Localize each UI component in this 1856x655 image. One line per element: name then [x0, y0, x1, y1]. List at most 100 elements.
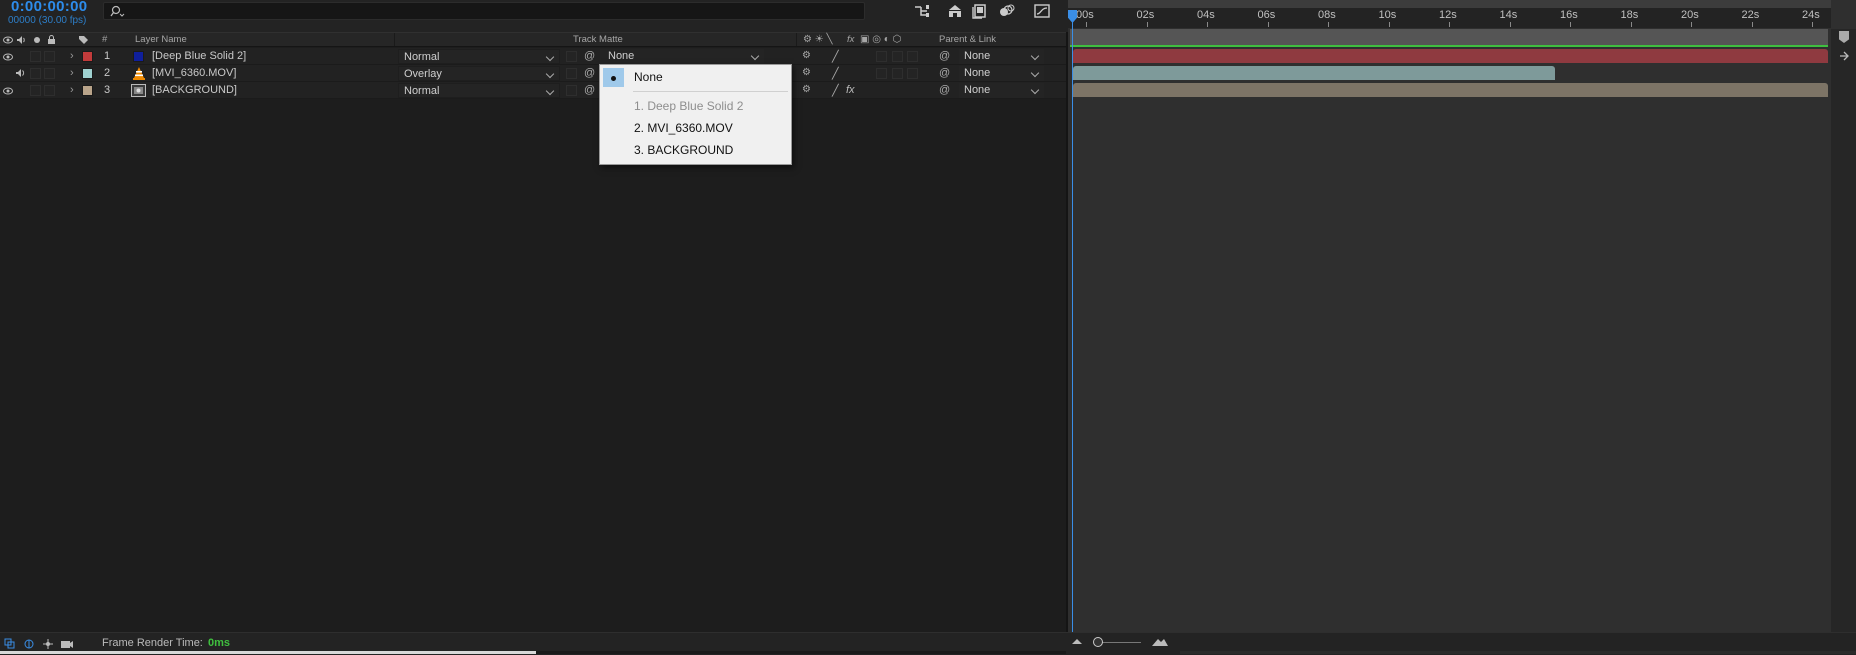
expand-chevron-icon[interactable]: ›: [70, 50, 74, 62]
ruler-tick-label: 22s: [1741, 9, 1760, 21]
layer-row[interactable]: › 2 [MVI_6360.MOV] Overlay @ ⚙ ╱ @ None: [0, 65, 1068, 82]
lock-switch[interactable]: [44, 85, 55, 96]
column-divider: [796, 33, 797, 46]
parent-pickwhip-icon[interactable]: @: [939, 50, 950, 62]
zoom-slider-thumb[interactable]: [1093, 637, 1103, 647]
comp-flowchart-icon[interactable]: [913, 3, 931, 19]
parent-select[interactable]: None: [959, 66, 1044, 81]
playhead-line[interactable]: [1072, 10, 1073, 632]
motion-blur-switch[interactable]: [876, 51, 887, 62]
quality-switch-icon[interactable]: ╱: [832, 50, 839, 63]
zoom-in-icon[interactable]: [1151, 636, 1169, 648]
matte-pickwhip-icon[interactable]: @: [584, 67, 595, 79]
fx-switch[interactable]: fx: [846, 84, 855, 96]
matte-pickwhip-icon[interactable]: @: [584, 84, 595, 96]
parent-select[interactable]: None: [959, 49, 1044, 64]
shy-switch-icon[interactable]: ⚙: [802, 50, 811, 61]
blend-mode-select[interactable]: Normal: [398, 83, 560, 98]
video-eye-header-icon[interactable]: [3, 36, 13, 44]
layer-duration-bar[interactable]: [1073, 66, 1555, 80]
solo-switch[interactable]: [30, 68, 41, 79]
layer-column-header: # Layer Name Track Matte ⚙ ☀ ╲ fx ▣ ◎ ◐ …: [0, 32, 1068, 47]
3d-switch[interactable]: [907, 51, 918, 62]
frame-blending-icon[interactable]: [971, 3, 989, 19]
preserve-transparency-switch[interactable]: [566, 85, 577, 96]
blend-mode-select[interactable]: Normal: [398, 49, 560, 64]
audio-speaker-icon[interactable]: [15, 68, 27, 78]
layer-name[interactable]: [MVI_6360.MOV]: [152, 67, 236, 79]
dropdown-item-background[interactable]: 3. BACKGROUND: [600, 140, 791, 161]
render-time-toggle-icon[interactable]: [60, 638, 74, 650]
zoom-slider-track[interactable]: [1097, 642, 1141, 643]
track-matte-select[interactable]: None: [600, 49, 764, 64]
layer-marker-icon[interactable]: [1838, 50, 1852, 62]
adjustment-switch[interactable]: [892, 51, 903, 62]
video-visibility-icon[interactable]: [3, 87, 13, 95]
quality-switch-icon[interactable]: ╱: [832, 84, 839, 97]
layer-duration-bar[interactable]: [1073, 83, 1828, 97]
motion-blur-icon[interactable]: [998, 3, 1016, 19]
blend-mode-select[interactable]: Overlay: [398, 66, 560, 81]
selected-bullet-icon: [611, 76, 616, 81]
expand-chevron-icon[interactable]: ›: [70, 84, 74, 96]
adjustment-switch[interactable]: [892, 68, 903, 79]
lock-switch[interactable]: [44, 51, 55, 62]
layer-switches-toggle-icon[interactable]: [4, 638, 16, 650]
dropdown-item-none[interactable]: None: [600, 67, 791, 88]
in-out-toggle-icon[interactable]: [42, 638, 54, 650]
dropdown-item-mvi[interactable]: 2. MVI_6360.MOV: [600, 118, 791, 139]
layer-name[interactable]: [Deep Blue Solid 2]: [152, 50, 246, 62]
zoom-out-icon[interactable]: [1071, 637, 1083, 647]
shy-switch-icon[interactable]: ⚙: [802, 67, 811, 78]
3d-switch[interactable]: [907, 68, 918, 79]
label-color-swatch[interactable]: [82, 85, 93, 96]
ruler-tick-label: 00s: [1076, 9, 1094, 21]
current-timecode[interactable]: 0:00:00:00: [11, 0, 87, 15]
composition-icon: [131, 84, 146, 97]
lock-header-icon[interactable]: [47, 35, 56, 45]
frame-render-time-value: 0ms: [208, 637, 231, 649]
ruler-tick-mark: [1449, 22, 1450, 27]
chevron-down-icon: [750, 51, 760, 61]
parent-pickwhip-icon[interactable]: @: [939, 84, 950, 96]
layer-name-column-header[interactable]: Layer Name: [135, 34, 187, 45]
matte-pickwhip-icon[interactable]: @: [584, 50, 595, 62]
shy-layers-icon[interactable]: [946, 3, 964, 19]
horizontal-scrollbar-track[interactable]: [536, 651, 1066, 654]
parent-pickwhip-icon[interactable]: @: [939, 67, 950, 79]
timeline-scrollbar[interactable]: [1180, 651, 1856, 654]
layer-row[interactable]: › 1 [Deep Blue Solid 2] Normal @ None ⚙ …: [0, 48, 1068, 65]
solo-switch[interactable]: [30, 51, 41, 62]
graph-editor-icon[interactable]: [1033, 3, 1051, 19]
work-area-span[interactable]: [1070, 29, 1828, 45]
modes-toggle-icon[interactable]: [23, 638, 35, 650]
horizontal-scrollbar-thumb[interactable]: [0, 651, 536, 654]
solo-header-icon[interactable]: [34, 37, 40, 43]
parent-select[interactable]: None: [959, 83, 1044, 98]
expand-chevron-icon[interactable]: ›: [70, 67, 74, 79]
ruler-tick-label: 04s: [1197, 9, 1215, 21]
lock-switch[interactable]: [44, 68, 55, 79]
preserve-transparency-switch[interactable]: [566, 51, 577, 62]
shy-switch-icon[interactable]: ⚙: [802, 84, 811, 95]
ruler-tick-mark: [1388, 22, 1390, 27]
audio-header-icon[interactable]: [16, 35, 26, 45]
work-area-bar[interactable]: [1068, 0, 1831, 8]
chevron-down-icon: [1030, 68, 1040, 78]
label-color-swatch[interactable]: [82, 51, 93, 62]
layer-search-input[interactable]: [103, 2, 865, 20]
layer-row[interactable]: › 3 [BACKGROUND] Normal @ ⚙ ╱ fx @ None: [0, 82, 1068, 99]
layer-number: 1: [104, 50, 111, 62]
quality-switch-icon[interactable]: ╱: [832, 67, 839, 80]
solo-switch[interactable]: [30, 85, 41, 96]
label-color-swatch[interactable]: [82, 68, 93, 79]
ruler-tick-mark: [1812, 22, 1813, 27]
motion-blur-switch[interactable]: [876, 68, 887, 79]
layer-name[interactable]: [BACKGROUND]: [152, 84, 237, 96]
preserve-transparency-switch[interactable]: [566, 68, 577, 79]
layer-number: 2: [104, 67, 111, 79]
layer-duration-bar[interactable]: [1073, 49, 1828, 63]
label-header-icon[interactable]: [78, 35, 89, 45]
video-visibility-icon[interactable]: [3, 53, 13, 61]
num-column-header: #: [102, 34, 108, 45]
